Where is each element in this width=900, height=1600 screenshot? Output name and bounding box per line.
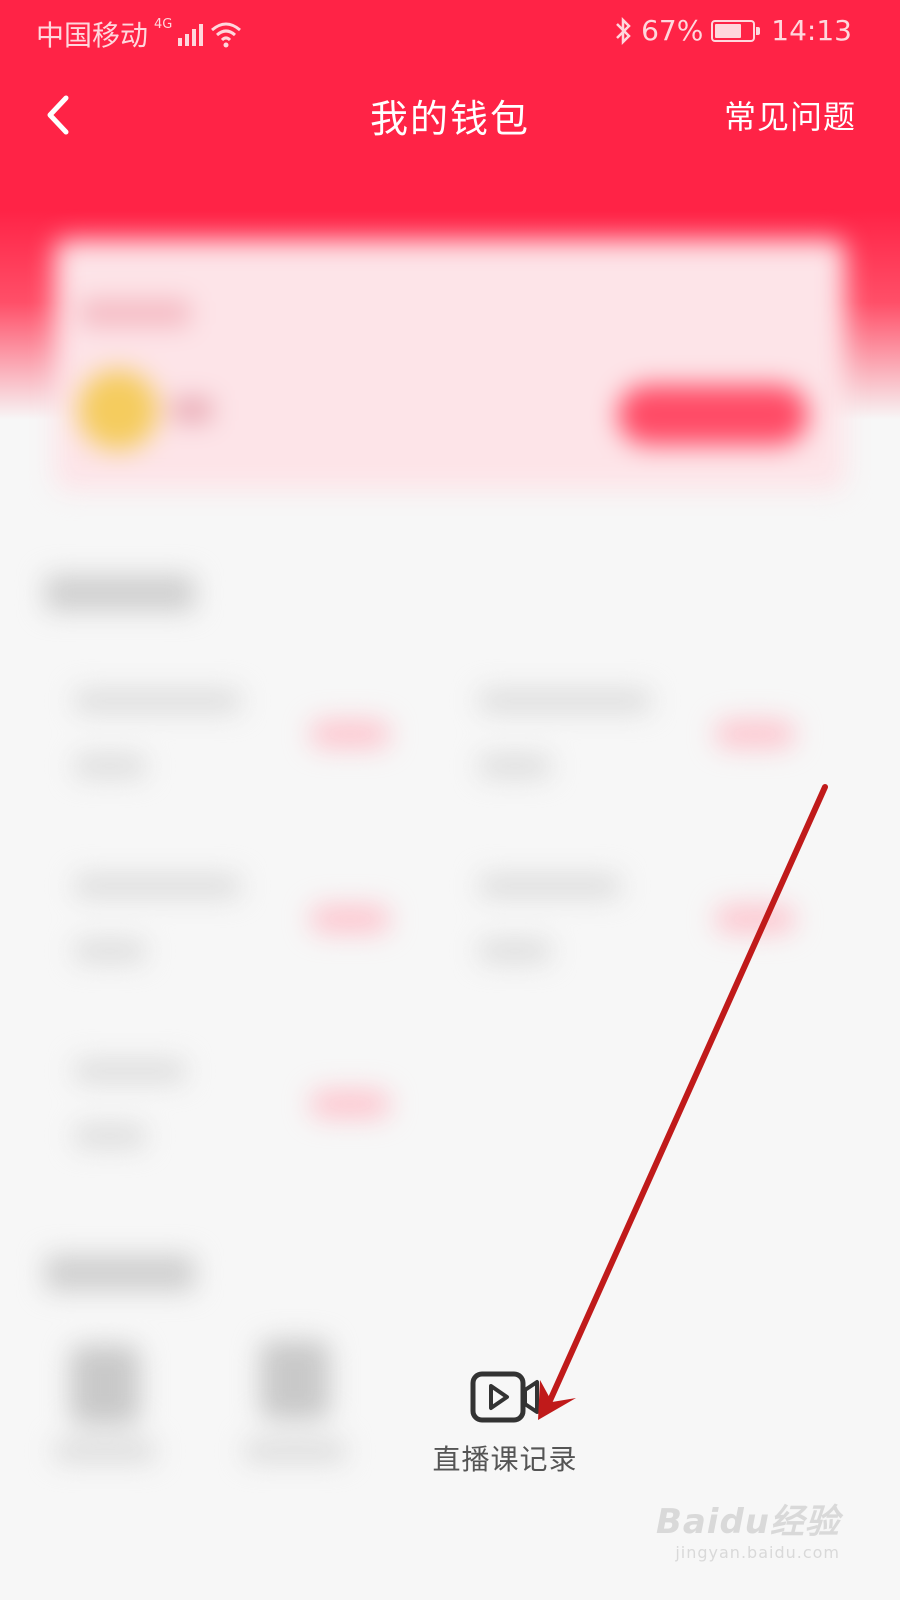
watermark-url: jingyan.baidu.com [675,1543,840,1562]
annotation-arrow [538,784,828,1420]
watermark-brand: Baidu经验 [655,1502,840,1542]
baidu-watermark: Baidu经验 jingyan.baidu.com [656,1494,840,1562]
